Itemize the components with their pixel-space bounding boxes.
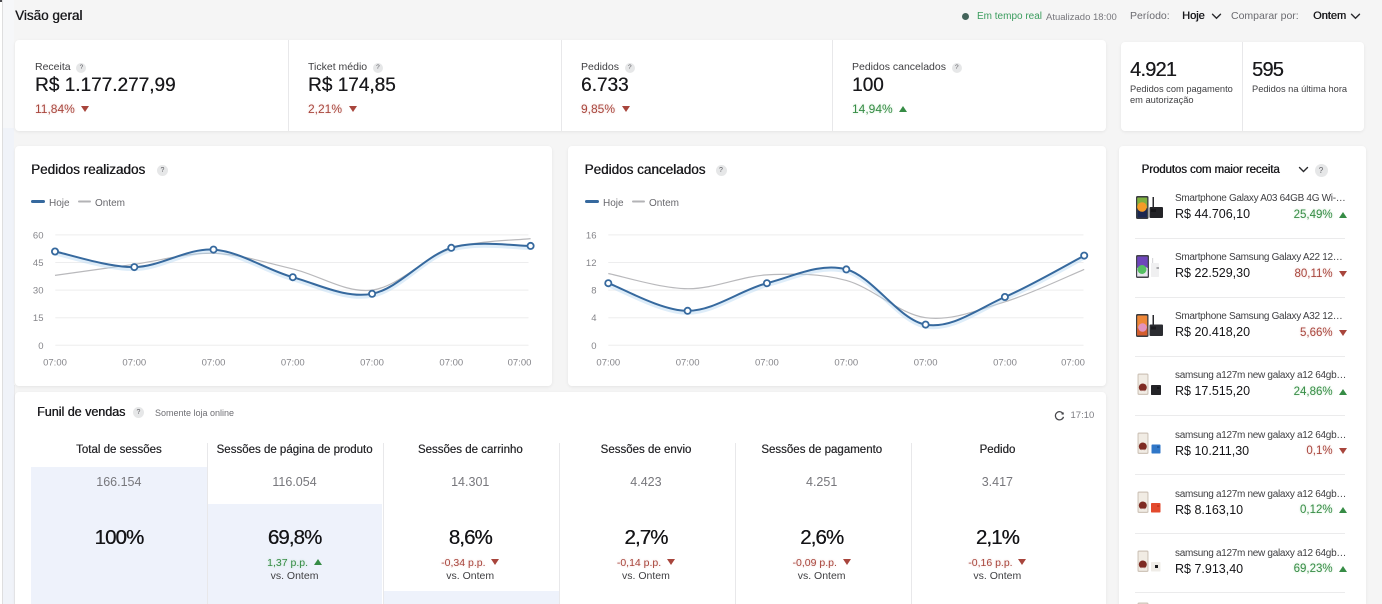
svg-text:07:00: 07:00 — [1061, 357, 1085, 368]
svg-text:07:00: 07:00 — [122, 357, 146, 368]
svg-text:Ontem: Ontem — [95, 198, 125, 209]
svg-text:Hoje: Hoje — [49, 198, 70, 209]
svg-text:30: 30 — [33, 285, 44, 296]
svg-text:07:00: 07:00 — [675, 357, 699, 368]
svg-text:07:00: 07:00 — [202, 357, 226, 368]
svg-text:07:00: 07:00 — [834, 357, 858, 368]
svg-text:Hoje: Hoje — [603, 198, 624, 209]
svg-text:12: 12 — [585, 258, 596, 269]
svg-text:0: 0 — [38, 340, 43, 351]
svg-text:8: 8 — [591, 285, 596, 296]
svg-text:07:00: 07:00 — [360, 357, 384, 368]
svg-text:Ontem: Ontem — [649, 198, 679, 209]
svg-text:15: 15 — [33, 313, 44, 324]
svg-text:07:00: 07:00 — [43, 357, 67, 368]
svg-text:0: 0 — [591, 340, 596, 351]
svg-text:07:00: 07:00 — [508, 357, 532, 368]
svg-text:4: 4 — [591, 313, 596, 324]
svg-text:45: 45 — [33, 258, 44, 269]
svg-text:07:00: 07:00 — [596, 357, 620, 368]
svg-text:07:00: 07:00 — [913, 357, 937, 368]
svg-text:07:00: 07:00 — [993, 357, 1017, 368]
svg-text:07:00: 07:00 — [281, 357, 305, 368]
svg-text:07:00: 07:00 — [755, 357, 779, 368]
svg-text:07:00: 07:00 — [439, 357, 463, 368]
svg-text:60: 60 — [33, 230, 44, 241]
svg-text:16: 16 — [585, 230, 596, 241]
